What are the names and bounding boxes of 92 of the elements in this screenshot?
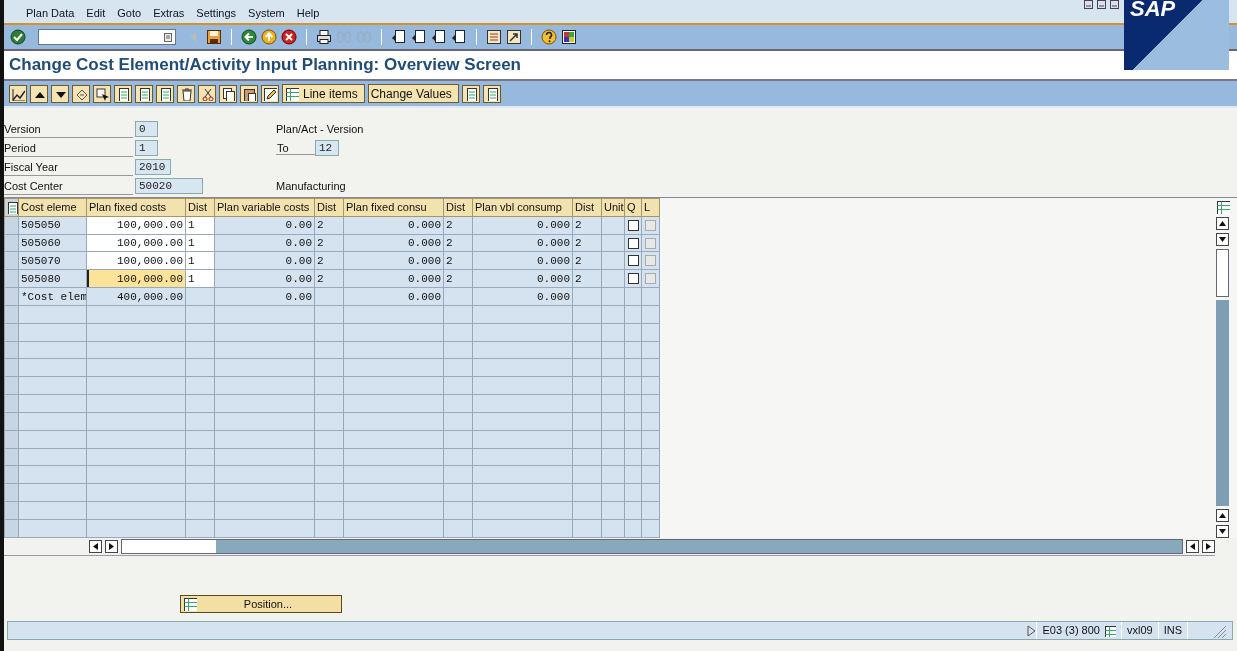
cancel-icon[interactable] (281, 29, 297, 45)
save-icon[interactable] (206, 29, 222, 45)
scrollbar-track[interactable] (1216, 300, 1229, 506)
checkbox[interactable] (627, 237, 639, 249)
input-field[interactable]: 2010 (135, 159, 171, 175)
help-icon[interactable] (541, 29, 557, 45)
scroll-right-button[interactable] (1202, 540, 1215, 553)
input-field[interactable]: 12 (315, 140, 339, 156)
column-header[interactable]: Plan fixed costs (86, 198, 186, 217)
chart-icon[interactable] (11, 86, 25, 101)
column-header[interactable]: Dist (443, 198, 473, 217)
dropdown-icon (163, 31, 173, 43)
scroll-down-button[interactable] (1216, 525, 1229, 538)
next-page-icon[interactable] (431, 29, 447, 45)
command-field[interactable] (38, 29, 176, 45)
position-button[interactable]: Position... (180, 595, 342, 613)
column-settings-icon[interactable] (1216, 200, 1230, 214)
scroll-up-icon (1219, 512, 1226, 519)
column-header[interactable]: Plan variable costs (214, 198, 315, 217)
checkbox[interactable] (627, 273, 639, 285)
last-page-icon[interactable] (451, 29, 467, 45)
system-info: E03 (3) 800 (1042, 623, 1100, 638)
scroll-left-icon (92, 543, 99, 550)
scroll-right-button[interactable] (105, 540, 118, 553)
table-settings-icon[interactable] (5, 200, 18, 214)
column-header[interactable]: Cost eleme (18, 198, 87, 217)
scroll-left-button[interactable] (1186, 540, 1199, 553)
scroll-down-icon (1219, 236, 1226, 243)
menu-item[interactable]: System (242, 6, 291, 19)
column-header[interactable]: Dist (314, 198, 344, 217)
copy-icon[interactable] (221, 86, 235, 101)
expand-triangle-icon[interactable] (1026, 624, 1037, 637)
scroll-down-button[interactable] (1216, 233, 1229, 246)
menu-item[interactable]: Plan Data (20, 6, 81, 19)
menu-item[interactable]: Extras (147, 6, 191, 19)
back-icon[interactable] (241, 29, 257, 45)
edit-icon[interactable] (263, 86, 277, 101)
column-header[interactable]: Unit (601, 198, 625, 217)
shortcut-icon[interactable] (506, 29, 522, 45)
menu-item[interactable]: Goto (111, 6, 148, 19)
column-header[interactable]: Dist (185, 198, 215, 217)
paste-icon[interactable] (242, 86, 256, 101)
document-icon[interactable] (158, 86, 172, 101)
scrollbar-thumb[interactable] (122, 540, 216, 553)
scrollbar-thumb[interactable] (1216, 249, 1229, 297)
exit-icon[interactable] (261, 29, 277, 45)
scroll-right-icon (1205, 543, 1212, 550)
change-values-button[interactable]: Change Values (367, 84, 459, 103)
checkbox[interactable] (627, 219, 639, 231)
scroll-down-icon (1219, 528, 1226, 535)
column-header[interactable]: Plan fixed consu (343, 198, 444, 217)
menu-item[interactable]: Edit (80, 6, 112, 19)
first-page-icon[interactable] (391, 29, 407, 45)
screen-title: Change Cost Element/Activity Input Planning: Overview Screen (9, 55, 521, 75)
layout-icon[interactable] (561, 29, 577, 45)
check-icon[interactable] (10, 29, 26, 45)
scrollbar-track[interactable] (121, 539, 1183, 554)
document-icon[interactable] (116, 86, 130, 101)
scroll-up-icon (1219, 220, 1226, 227)
column-header[interactable]: Plan vbl consump (472, 198, 573, 217)
input-field[interactable]: 50020 (135, 178, 203, 194)
column-header[interactable]: Dist (572, 198, 602, 217)
document-icon[interactable] (137, 86, 151, 101)
checkbox[interactable] (627, 255, 639, 267)
input-field[interactable]: 0 (135, 121, 158, 137)
trash-icon[interactable] (179, 86, 193, 101)
field-description: Plan/Act - Version (276, 123, 364, 135)
previous-page-icon[interactable] (411, 29, 427, 45)
insert-mode: INS (1157, 622, 1187, 639)
scroll-left-button[interactable] (89, 540, 102, 553)
menu-item[interactable]: Settings (190, 6, 243, 19)
menu-item[interactable]: Help (290, 6, 326, 19)
list-icon (183, 597, 197, 611)
scroll-right-icon (108, 543, 115, 550)
print-icon[interactable] (316, 29, 332, 45)
scroll-up-button[interactable] (1216, 217, 1229, 230)
field-label: Period (4, 139, 133, 157)
list-icon[interactable] (1103, 624, 1116, 637)
scroll-left-icon (1189, 543, 1196, 550)
field-description: Manufacturing (276, 180, 346, 192)
line-items-button[interactable]: Line items (282, 84, 365, 103)
pointer-icon[interactable] (95, 86, 109, 101)
scissors-icon[interactable] (200, 86, 214, 101)
field-label: Version (4, 120, 133, 138)
new-window-icon[interactable] (486, 29, 502, 45)
server-name: vxl09 (1120, 622, 1158, 639)
grid-icon (285, 86, 299, 101)
field-label: Fiscal Year (4, 158, 133, 176)
scroll-up-button[interactable] (1216, 509, 1229, 522)
logo: SAP (1124, 0, 1229, 70)
field-label: Cost Center (4, 177, 133, 195)
input-field[interactable]: 1 (135, 140, 158, 156)
